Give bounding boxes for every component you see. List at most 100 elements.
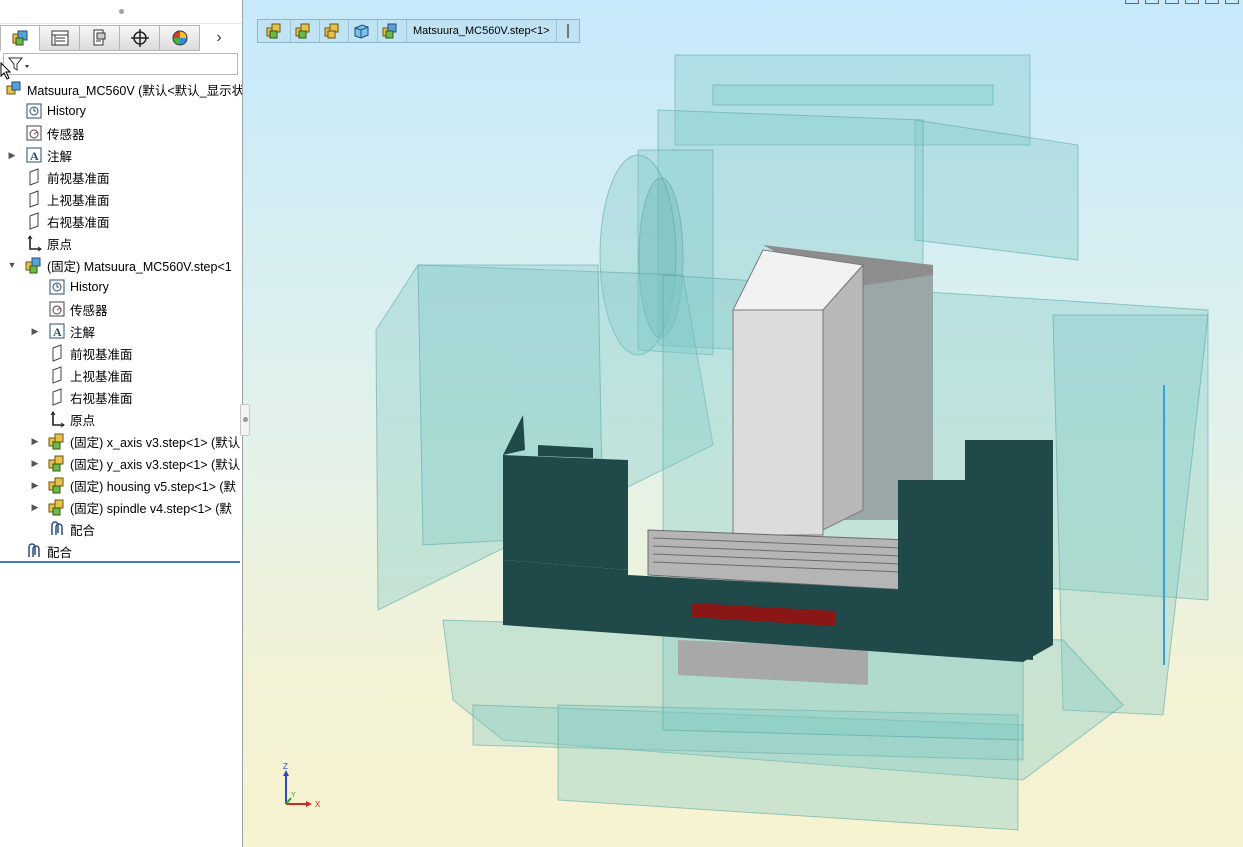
crosshair-icon xyxy=(130,29,149,47)
assembly-icon xyxy=(324,23,339,39)
tree-item-top-plane[interactable]: 上视基准面 xyxy=(0,188,242,210)
assembly-icon xyxy=(24,256,44,274)
display-manager-tab[interactable] xyxy=(160,25,200,51)
appearance-icon xyxy=(172,30,187,46)
history-icon xyxy=(47,278,67,296)
tree-item-label: 注解 xyxy=(70,325,96,340)
tree-item-label: 原点 xyxy=(47,237,73,252)
expand-arrow-icon[interactable]: ▶ xyxy=(29,479,41,491)
tree-item-label: 注解 xyxy=(47,149,73,164)
sensor-icon xyxy=(24,124,44,142)
tree-item-origin[interactable]: 原点 xyxy=(0,232,242,254)
tree-item-sensors[interactable]: 传感器 xyxy=(0,122,242,144)
assembly-icon xyxy=(4,80,24,98)
tree-item-label: 传感器 xyxy=(70,303,108,318)
manager-tabs: › xyxy=(0,25,242,51)
collapse-arrow-icon[interactable]: ▼ xyxy=(6,259,18,271)
tree-item-annotations[interactable]: ▶ A 注解 xyxy=(0,144,242,166)
tree-item-history[interactable]: History xyxy=(0,100,242,122)
tree-item-label: 配合 xyxy=(47,545,73,560)
tree-item-origin[interactable]: 原点 xyxy=(0,408,242,430)
mate-icon xyxy=(47,520,67,538)
tree-item-spindle[interactable]: ▶ (固定) spindle v4.step<1> (默 xyxy=(0,496,242,518)
origin-icon xyxy=(24,234,44,252)
assembly-icon xyxy=(47,498,67,516)
part-icon xyxy=(354,24,369,39)
plane-icon xyxy=(24,190,44,208)
assembly-icon xyxy=(382,23,397,39)
tree-item-top-plane[interactable]: 上视基准面 xyxy=(0,364,242,386)
tree-item-label: 前视基准面 xyxy=(47,171,110,186)
tabs-more-button[interactable]: › xyxy=(200,25,238,51)
property-manager-tab[interactable] xyxy=(40,25,80,51)
tree-root-label: Matsuura_MC560V (默认<默认_显示状 xyxy=(27,83,243,98)
feature-manager-tab[interactable] xyxy=(0,25,40,51)
mouse-cursor-icon xyxy=(0,62,12,80)
tree-item-label: (固定) housing v5.step<1> (默 xyxy=(70,479,237,494)
tree-item-front-plane[interactable]: 前视基准面 xyxy=(0,342,242,364)
history-icon xyxy=(24,102,44,120)
tree-item-right-plane[interactable]: 右视基准面 xyxy=(0,210,242,232)
triad-x-label: X xyxy=(315,800,321,809)
expand-arrow-icon[interactable]: ▶ xyxy=(29,325,41,337)
tree-item-label: History xyxy=(47,104,86,118)
annotation-icon: A xyxy=(24,146,44,164)
sensor-icon xyxy=(47,300,67,318)
tree-item-annotations[interactable]: ▶ A 注解 xyxy=(0,320,242,342)
svg-text:A: A xyxy=(53,325,62,339)
tree-item-x-axis[interactable]: ▶ (固定) x_axis v3.step<1> (默认 xyxy=(0,430,242,452)
tree-item-label: 右视基准面 xyxy=(70,391,133,406)
tree-root[interactable]: Matsuura_MC560V (默认<默认_显示状 xyxy=(0,78,243,100)
tree-item-label: History xyxy=(70,280,109,294)
assembly-icon xyxy=(47,454,67,472)
tree-item-label: (固定) y_axis v3.step<1> (默认 xyxy=(70,457,241,472)
tree-item-subassembly[interactable]: ▼ (固定) Matsuura_MC560V.step<1 xyxy=(0,254,242,276)
breadcrumb-item[interactable] xyxy=(378,20,407,42)
svg-text:A: A xyxy=(30,149,39,163)
assembly-icon xyxy=(47,476,67,494)
tree-filter[interactable] xyxy=(3,53,238,75)
tree-end-marker[interactable] xyxy=(0,561,240,563)
tree-item-label: 前视基准面 xyxy=(70,347,133,362)
feature-tree: Matsuura_MC560V (默认<默认_显示状 History 传感器 ▶… xyxy=(0,78,243,562)
mate-icon xyxy=(24,542,44,560)
breadcrumb-end[interactable] xyxy=(557,20,579,42)
origin-icon xyxy=(47,410,67,428)
triad-y-label: Y xyxy=(291,792,296,799)
breadcrumb-item[interactable] xyxy=(320,20,349,42)
expand-arrow-icon[interactable]: ▶ xyxy=(29,501,41,513)
configuration-manager-tab[interactable] xyxy=(80,25,120,51)
breadcrumb-item[interactable] xyxy=(349,20,378,42)
expand-arrow-icon[interactable]: ▶ xyxy=(29,457,41,469)
expand-arrow-icon[interactable]: ▶ xyxy=(29,435,41,447)
tree-item-label: 右视基准面 xyxy=(47,215,110,230)
breadcrumb-label[interactable]: Matsuura_MC560V.step<1> xyxy=(407,20,557,42)
plane-icon xyxy=(47,366,67,384)
plane-icon xyxy=(47,344,67,362)
tree-item-mates[interactable]: 配合 xyxy=(0,518,242,540)
tree-item-y-axis[interactable]: ▶ (固定) y_axis v3.step<1> (默认 xyxy=(0,452,242,474)
panel-collapse-handle[interactable] xyxy=(240,404,250,436)
tree-item-label: 原点 xyxy=(70,413,96,428)
expand-arrow-icon[interactable]: ▶ xyxy=(6,149,18,161)
tree-item-history[interactable]: History xyxy=(0,276,242,298)
tree-item-label: (固定) Matsuura_MC560V.step<1 xyxy=(47,259,232,274)
tree-item-right-plane[interactable]: 右视基准面 xyxy=(0,386,242,408)
plane-icon xyxy=(47,388,67,406)
dimxpert-tab[interactable] xyxy=(120,25,160,51)
tree-item-label: 上视基准面 xyxy=(47,193,110,208)
plane-icon xyxy=(24,168,44,186)
graphics-area[interactable]: Matsuura_MC560V.step<1> Z Y X xyxy=(243,0,1243,847)
machine-model[interactable] xyxy=(243,0,1243,847)
tree-item-front-plane[interactable]: 前视基准面 xyxy=(0,166,242,188)
breadcrumb-item[interactable] xyxy=(291,20,320,42)
configuration-icon xyxy=(93,29,105,46)
assembly-icon xyxy=(295,23,310,39)
panel-grip[interactable] xyxy=(0,0,242,24)
tree-item-label: (固定) x_axis v3.step<1> (默认 xyxy=(70,435,241,450)
tree-item-sensors[interactable]: 传感器 xyxy=(0,298,242,320)
breadcrumb-item[interactable] xyxy=(262,20,291,42)
assembly-icon xyxy=(47,432,67,450)
tree-item-housing[interactable]: ▶ (固定) housing v5.step<1> (默 xyxy=(0,474,242,496)
tree-item-mates[interactable]: 配合 xyxy=(0,540,242,562)
